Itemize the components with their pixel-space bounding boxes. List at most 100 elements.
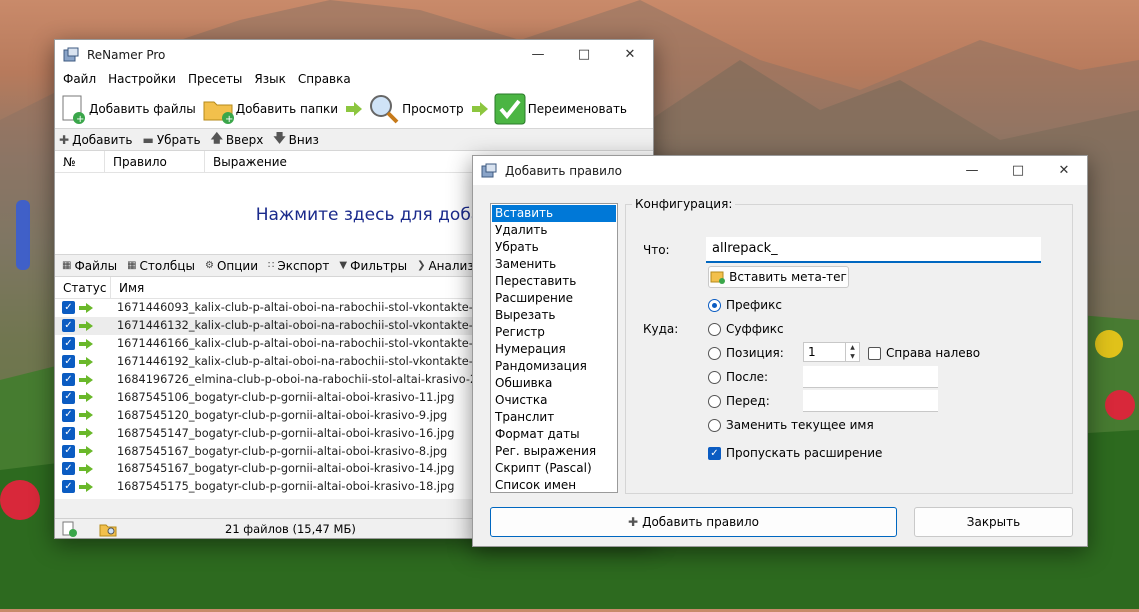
checkbox-checked-icon[interactable]: ✓ <box>62 462 75 476</box>
tab-options[interactable]: ⚙ Опции <box>200 259 263 273</box>
skip-extension-checkbox[interactable]: ✓ Пропускать расширение <box>708 446 882 460</box>
radio-before[interactable]: Перед: <box>708 394 770 408</box>
move-down-label: Вниз <box>288 132 319 147</box>
tab-filters[interactable]: ▼ Фильтры <box>334 259 412 273</box>
right-to-left-checkbox[interactable]: Справа налево <box>868 346 980 360</box>
radio-prefix-label: Префикс <box>726 298 782 312</box>
flower-decoration <box>1105 390 1135 420</box>
close-icon[interactable]: ✕ <box>1041 156 1087 185</box>
close-icon[interactable]: ✕ <box>607 40 653 69</box>
rule-type-replace[interactable]: Заменить <box>492 256 616 273</box>
menu-file[interactable]: Файл <box>57 72 102 86</box>
main-titlebar[interactable]: ReNamer Pro — □ ✕ <box>55 40 653 69</box>
rule-type-rearrange[interactable]: Переставить <box>492 273 616 290</box>
rule-type-script[interactable]: Скрипт (Pascal) <box>492 460 616 477</box>
checkbox-checked-icon[interactable]: ✓ <box>62 480 75 494</box>
minus-icon: ▬ <box>142 132 154 147</box>
file-name: 1687545147_bogatyr-club-p-gornii-altai-o… <box>117 426 455 440</box>
menu-presets[interactable]: Пресеты <box>182 72 248 86</box>
radio-position-label: Позиция: <box>726 346 784 360</box>
menu-settings[interactable]: Настройки <box>102 72 182 86</box>
add-files-icon: + <box>62 95 85 124</box>
add-rule-button[interactable]: ✚ Добавить правило <box>490 507 897 537</box>
meta-tag-icon <box>710 271 726 284</box>
rule-type-list[interactable]: Вставить Удалить Убрать Заменить Переста… <box>490 203 618 493</box>
checkbox-checked-icon[interactable]: ✓ <box>62 426 75 440</box>
spin-up-icon[interactable]: ▲ <box>846 343 859 352</box>
rule-type-delete[interactable]: Удалить <box>492 222 616 239</box>
menu-help[interactable]: Справка <box>292 72 357 86</box>
move-up-button[interactable]: 🡅 Вверх <box>211 129 264 150</box>
dialog-titlebar[interactable]: Добавить правило — □ ✕ <box>473 156 1087 185</box>
what-input[interactable]: allrepack_ <box>706 237 1041 263</box>
maximize-icon[interactable]: □ <box>561 40 607 69</box>
arrow-right-icon <box>79 302 93 313</box>
rules-col-expression[interactable]: Выражение <box>205 151 505 172</box>
file-count-status: 21 файлов (15,47 МБ) <box>225 521 356 536</box>
checkbox-checked-icon[interactable]: ✓ <box>62 373 75 386</box>
add-rule-label: Добавить правило <box>642 515 759 529</box>
radio-after[interactable]: После: <box>708 370 768 384</box>
rule-type-translit[interactable]: Транслит <box>492 409 616 426</box>
rule-type-strip[interactable]: Вырезать <box>492 307 616 324</box>
rules-col-rule[interactable]: Правило <box>105 151 205 172</box>
checkbox-checked-icon[interactable]: ✓ <box>62 390 75 404</box>
dialog-title: Добавить правило <box>505 163 622 178</box>
files-col-status[interactable]: Статус <box>55 277 111 298</box>
tab-icon: ⚙ <box>204 260 214 271</box>
radio-position[interactable]: Позиция: <box>708 346 784 360</box>
maximize-icon[interactable]: □ <box>995 156 1041 185</box>
rule-type-case[interactable]: Регистр <box>492 324 616 341</box>
menu-language[interactable]: Язык <box>248 72 291 86</box>
radio-prefix[interactable]: Префикс <box>708 298 782 312</box>
add-file-small-icon[interactable] <box>61 521 77 537</box>
close-button[interactable]: Закрыть <box>914 507 1073 537</box>
preview-button[interactable]: Просмотр <box>368 92 466 126</box>
arrow-right-icon <box>79 481 93 492</box>
move-down-button[interactable]: 🡇 Вниз <box>273 129 319 150</box>
rule-type-extension[interactable]: Расширение <box>492 290 616 307</box>
rule-type-randomize[interactable]: Рандомизация <box>492 358 616 375</box>
tab-export[interactable]: ∷ Экспорт <box>263 259 334 273</box>
add-folders-button[interactable]: + Добавить папки <box>202 92 340 126</box>
minimize-icon[interactable]: — <box>515 40 561 69</box>
tab-columns[interactable]: ▦ Столбцы <box>122 259 200 273</box>
insert-meta-tag-label: Вставить мета-тег <box>729 270 847 284</box>
remove-rule-button[interactable]: ▬ Убрать <box>142 133 200 147</box>
folder-search-icon[interactable] <box>99 521 117 537</box>
checkbox-checked-icon[interactable]: ✓ <box>62 408 75 422</box>
tab-files[interactable]: ▦ Файлы <box>57 259 122 273</box>
rule-type-remove[interactable]: Убрать <box>492 239 616 256</box>
radio-icon <box>708 394 721 408</box>
radio-suffix[interactable]: Суффикс <box>708 322 784 336</box>
checkbox-checked-icon[interactable]: ✓ <box>62 355 75 369</box>
insert-meta-tag-button[interactable]: Вставить мета-тег <box>708 266 849 288</box>
checkbox-checked-icon[interactable]: ✓ <box>62 337 75 351</box>
radio-replace-name[interactable]: Заменить текущее имя <box>708 418 874 432</box>
checkbox-checked-icon[interactable]: ✓ <box>62 319 75 333</box>
before-input[interactable] <box>803 390 938 412</box>
add-files-button[interactable]: + Добавить файлы <box>59 92 198 126</box>
rename-button[interactable]: Переименовать <box>494 92 629 126</box>
rule-type-name-list[interactable]: Список имен <box>492 477 616 492</box>
rules-col-number[interactable]: № <box>55 151 105 172</box>
rule-type-date-format[interactable]: Формат даты <box>492 426 616 443</box>
position-spinner[interactable]: 1 ▲ ▼ <box>803 342 860 362</box>
radio-replace-name-label: Заменить текущее имя <box>726 418 874 432</box>
spin-down-icon[interactable]: ▼ <box>846 352 859 361</box>
tab-icon: ▼ <box>339 260 348 271</box>
rule-type-cleanup[interactable]: Очистка <box>492 392 616 409</box>
radio-suffix-label: Суффикс <box>726 322 784 336</box>
rule-type-insert[interactable]: Вставить <box>492 205 616 222</box>
minimize-icon[interactable]: — <box>949 156 995 185</box>
add-rule-small-button[interactable]: ✚ Добавить <box>59 133 132 147</box>
rule-type-serialize[interactable]: Нумерация <box>492 341 616 358</box>
after-input[interactable] <box>803 366 938 388</box>
rule-type-padding[interactable]: Обшивка <box>492 375 616 392</box>
arrow-up-icon: 🡅 <box>210 131 223 145</box>
checkbox-checked-icon[interactable]: ✓ <box>62 444 75 458</box>
rule-type-regex[interactable]: Рег. выражения <box>492 443 616 460</box>
checkbox-checked-icon[interactable]: ✓ <box>62 301 75 315</box>
file-name: 1671446132_kalix-club-p-altai-oboi-na-ra… <box>117 319 509 333</box>
arrow-right-icon <box>79 356 93 367</box>
